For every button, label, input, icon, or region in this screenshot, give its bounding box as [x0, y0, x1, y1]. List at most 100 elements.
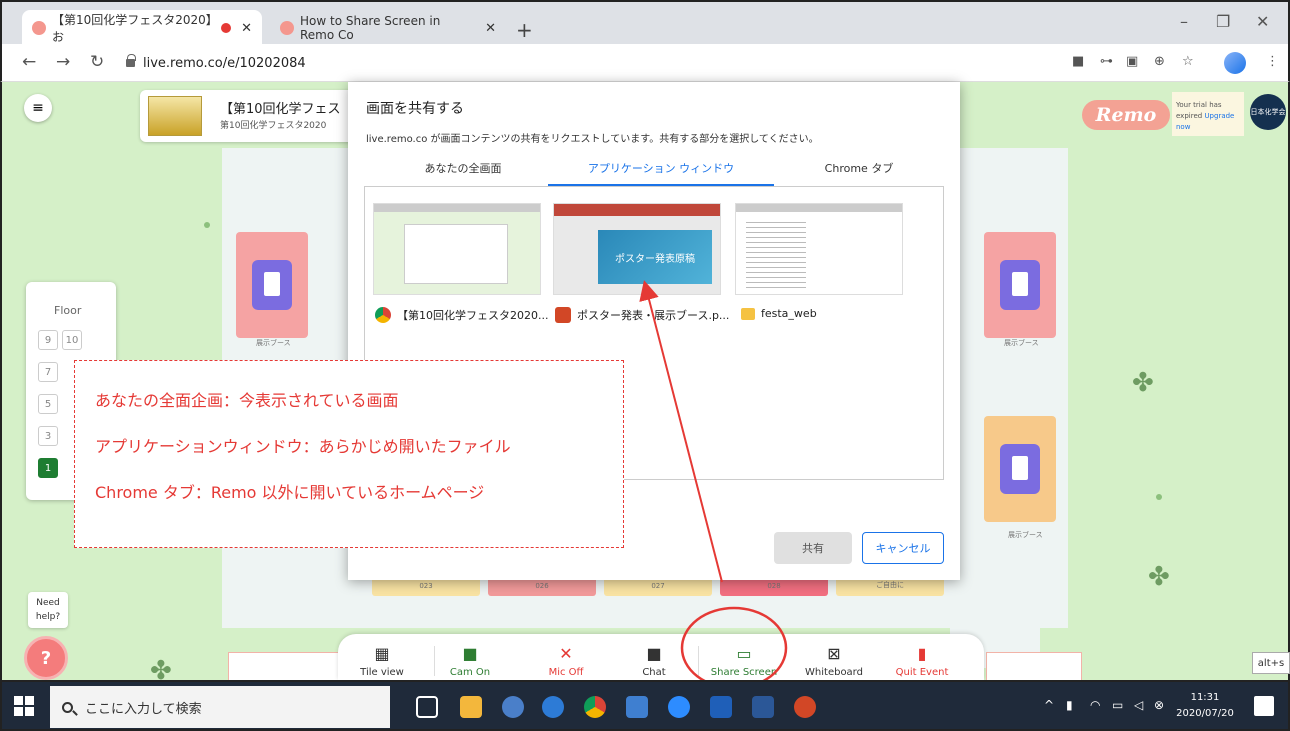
- task-view-icon[interactable]: [416, 696, 438, 718]
- notification-icon[interactable]: [1254, 696, 1274, 716]
- toolbar-label: Share Screen: [710, 667, 778, 678]
- window-thumbnail-powerpoint[interactable]: ポスター発表原稿: [553, 203, 721, 295]
- tab-chrome-tab[interactable]: Chrome タブ: [774, 160, 944, 186]
- room-card[interactable]: [986, 652, 1082, 680]
- floor-button-active[interactable]: 1: [38, 458, 58, 478]
- browser-tab-remo[interactable]: 【第10回化学フェスタ2020】お ✕: [22, 10, 262, 46]
- tab-close-icon[interactable]: ✕: [241, 21, 252, 36]
- tray-expand-icon[interactable]: ^: [1044, 698, 1054, 712]
- annotation-box: あなたの全面企画：今表示されている画面 アプリケーションウィンドウ：あらかじめ開…: [74, 360, 624, 548]
- tab-close-icon[interactable]: ✕: [485, 21, 496, 36]
- toolbar-label: Whiteboard: [805, 667, 863, 678]
- floor-button[interactable]: 3: [38, 426, 58, 446]
- room-card[interactable]: [228, 652, 340, 680]
- clock-date: 2020/07/20: [1176, 708, 1234, 719]
- reload-icon[interactable]: ↻: [90, 52, 104, 72]
- mic-off-button[interactable]: ✕ Mic Off: [526, 644, 606, 678]
- window-thumbnail-chrome[interactable]: [373, 203, 541, 295]
- powerpoint-icon: [555, 307, 571, 323]
- window-close-icon[interactable]: ✕: [1256, 12, 1269, 31]
- windows-start-icon[interactable]: [14, 696, 34, 716]
- taskbar-search-input[interactable]: ここに入力して検索: [50, 686, 390, 728]
- new-tab-button[interactable]: +: [516, 18, 533, 42]
- window-label-text: festa_web: [761, 307, 817, 320]
- zoom-icon[interactable]: ⊕: [1154, 54, 1165, 69]
- battery-icon[interactable]: ▭: [1112, 698, 1123, 712]
- floor-label: Floor: [54, 304, 82, 317]
- tray-mic-icon[interactable]: ▮: [1066, 698, 1073, 712]
- word-icon[interactable]: [752, 696, 774, 718]
- dialog-description: live.remo.co が画面コンテンツの共有をリクエストしています。共有する…: [366, 134, 819, 145]
- toolbar-label: Cam On: [449, 667, 491, 678]
- restore-icon[interactable]: ❐: [1216, 12, 1230, 31]
- window-thumbnail-folder[interactable]: [735, 203, 903, 295]
- remo-favicon-icon: [32, 21, 46, 35]
- teams-icon[interactable]: [710, 696, 732, 718]
- back-icon[interactable]: ←: [22, 52, 36, 72]
- browser-tab-howto[interactable]: How to Share Screen in Remo Co ✕: [270, 10, 506, 46]
- window-label-text: ポスター発表・展示ブース.p...: [577, 309, 730, 322]
- floor-button[interactable]: 9: [38, 330, 58, 350]
- volume-icon[interactable]: ◁: [1134, 698, 1143, 712]
- chrome-icon: [375, 307, 391, 323]
- clover-decoration-icon: ✤: [1132, 368, 1154, 398]
- file-explorer-icon[interactable]: [460, 696, 482, 718]
- url-text: live.remo.co/e/10202084: [143, 55, 306, 71]
- key-icon[interactable]: ⊶: [1100, 54, 1113, 69]
- share-button[interactable]: 共有: [774, 532, 852, 564]
- whiteboard-icon: ⊠: [827, 644, 841, 663]
- system-clock[interactable]: 11:31 2020/07/20: [1170, 690, 1240, 722]
- clover-decoration-icon: ✤: [150, 656, 172, 680]
- window-label-powerpoint[interactable]: ポスター発表・展示ブース.p...: [555, 307, 729, 323]
- cancel-button[interactable]: キャンセル: [862, 532, 944, 564]
- zoom-app-icon[interactable]: [668, 696, 690, 718]
- clover-decoration-icon: ✤: [1148, 562, 1170, 592]
- grid-icon: ▦: [374, 644, 390, 663]
- organizer-avatar[interactable]: 日本化学会: [1250, 94, 1286, 130]
- decoration-dot: [1156, 494, 1162, 500]
- clock-time: 11:31: [1190, 692, 1220, 703]
- booth[interactable]: [236, 232, 308, 338]
- url-field[interactable]: live.remo.co/e/10202084: [126, 51, 1026, 75]
- booth-display-icon: [252, 260, 292, 310]
- internet-explorer-icon[interactable]: [542, 696, 564, 718]
- camera-indicator-icon[interactable]: ■: [1072, 54, 1084, 69]
- powerpoint-taskbar-icon[interactable]: [794, 696, 816, 718]
- share-screen-button[interactable]: ▭ Share Screen: [704, 644, 784, 678]
- tab-entire-screen[interactable]: あなたの全画面: [364, 160, 562, 186]
- forward-icon[interactable]: →: [56, 52, 70, 72]
- browser-tab-bar: 【第10回化学フェスタ2020】お ✕ How to Share Screen …: [0, 0, 1290, 46]
- menu-kebab-icon[interactable]: ⋮: [1266, 54, 1279, 69]
- help-button[interactable]: ?: [24, 636, 68, 680]
- app-taskbar-icon[interactable]: [626, 696, 648, 718]
- event-logo: [148, 96, 202, 136]
- thumbnail-titlebar: [554, 204, 720, 216]
- hamburger-menu-icon[interactable]: ≡: [24, 94, 52, 122]
- toolbar-divider: [698, 646, 699, 676]
- paint-icon[interactable]: [502, 696, 524, 718]
- minimize-icon[interactable]: –: [1180, 12, 1188, 31]
- bookmark-star-icon[interactable]: ☆: [1182, 54, 1194, 69]
- booth[interactable]: [984, 416, 1056, 522]
- event-subtitle: 第10回化学フェスタ2020: [220, 121, 327, 131]
- profile-avatar[interactable]: [1224, 52, 1246, 74]
- tray-status-icon[interactable]: ⊗: [1154, 698, 1164, 712]
- window-label-chrome[interactable]: 【第10回化学フェスタ2020...: [375, 307, 548, 323]
- floor-button[interactable]: 7: [38, 362, 58, 382]
- window-label-folder[interactable]: festa_web: [741, 307, 817, 320]
- booth[interactable]: [984, 232, 1056, 338]
- booth-display-icon: [1000, 260, 1040, 310]
- wifi-icon[interactable]: ◠: [1090, 698, 1100, 712]
- translate-icon[interactable]: ▣: [1126, 54, 1138, 69]
- tile-view-button[interactable]: ▦ Tile view: [342, 644, 422, 678]
- floor-button[interactable]: 5: [38, 394, 58, 414]
- whiteboard-button[interactable]: ⊠ Whiteboard: [794, 644, 874, 678]
- event-info-card[interactable]: 【第10回化学フェス 第10回化学フェスタ2020: [140, 90, 368, 142]
- floor-button[interactable]: 10: [62, 330, 82, 350]
- cam-on-button[interactable]: ■ Cam On: [430, 644, 510, 678]
- tab-application-window[interactable]: アプリケーション ウィンドウ: [548, 160, 774, 186]
- quit-event-button[interactable]: ▮ Quit Event: [882, 644, 962, 678]
- thumbnail-content: [404, 224, 508, 284]
- chat-button[interactable]: ■ Chat: [614, 644, 694, 678]
- chrome-taskbar-icon[interactable]: [584, 696, 606, 718]
